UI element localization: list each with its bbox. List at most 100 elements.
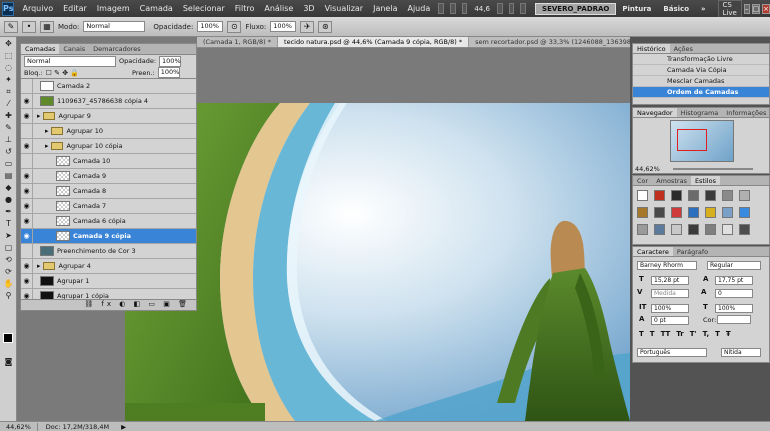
eyedropper-tool-icon[interactable]: ⁄ xyxy=(2,99,15,109)
layer-row[interactable]: ◉ ▸ Agrupar 9 xyxy=(21,108,196,124)
layers-opacity-field[interactable]: 100% xyxy=(159,55,182,67)
navigator-zoom[interactable]: 44,62% xyxy=(635,165,660,173)
brush-preset-icon[interactable]: • xyxy=(22,20,36,33)
workspace-button[interactable]: SEVERO_PADRAO xyxy=(535,2,617,15)
doc-tab-1[interactable]: (Camada 1, RGB/8) * xyxy=(197,37,279,47)
pen-tool-icon[interactable]: ✒ xyxy=(2,207,15,217)
menu-item[interactable]: Editar xyxy=(58,4,92,13)
tab-navegador[interactable]: Navegador xyxy=(633,108,677,117)
menu-item[interactable]: Arquivo xyxy=(17,4,58,13)
layer-row[interactable]: ◉ Camada 8 xyxy=(21,183,196,199)
style-swatch[interactable] xyxy=(671,207,682,218)
quick-select-tool-icon[interactable]: ✦ xyxy=(2,75,15,85)
workspace-pintura[interactable]: Pintura xyxy=(616,5,657,13)
flow-field[interactable]: 100% xyxy=(270,21,297,32)
menu-item[interactable]: 3D xyxy=(298,4,319,13)
style-swatch[interactable] xyxy=(654,207,665,218)
tab-amostras[interactable]: Amostras xyxy=(652,176,691,185)
leading-field[interactable]: 17,75 pt xyxy=(715,276,753,285)
style-swatch[interactable] xyxy=(722,190,733,201)
airbrush-icon[interactable]: ✈ xyxy=(300,20,315,33)
group-expand-icon[interactable]: ▸ xyxy=(45,142,49,150)
hand-icon[interactable] xyxy=(496,3,503,14)
mode-select[interactable]: Normal xyxy=(83,21,146,32)
history-item[interactable]: Ordem de Camadas xyxy=(633,87,769,98)
blur-tool-icon[interactable]: ◆ xyxy=(2,183,15,193)
lasso-tool-icon[interactable]: ◌ xyxy=(2,63,15,73)
eye-icon[interactable]: ◉ xyxy=(21,228,33,244)
eye-icon[interactable] xyxy=(21,78,33,94)
layer-row[interactable]: ◉ ▸ Agrupar 4 xyxy=(21,258,196,274)
text-style-button[interactable]: T xyxy=(639,330,644,338)
tab-demarcadores[interactable]: Demarcadores xyxy=(89,44,144,54)
tab-paragrafo[interactable]: Parágrafo xyxy=(673,247,712,256)
vertical-scale-field[interactable]: 100% xyxy=(651,304,689,313)
text-style-button[interactable]: T, xyxy=(703,330,709,338)
eye-icon[interactable] xyxy=(21,153,33,169)
eye-icon[interactable] xyxy=(21,123,33,139)
tab-histograma[interactable]: Histograma xyxy=(677,108,723,117)
hand-tool-icon[interactable]: ✋ xyxy=(2,279,15,289)
eye-icon[interactable]: ◉ xyxy=(21,93,33,109)
text-style-button[interactable]: Ŧ xyxy=(726,330,731,338)
tab-informacoes[interactable]: Informações xyxy=(722,108,770,117)
style-swatch[interactable] xyxy=(739,224,750,235)
eye-icon[interactable]: ◉ xyxy=(21,258,33,274)
style-swatch[interactable] xyxy=(705,224,716,235)
style-swatch[interactable] xyxy=(671,190,682,201)
horizontal-scale-field[interactable]: 100% xyxy=(715,304,753,313)
screen-mode-icon[interactable] xyxy=(520,3,527,14)
healing-tool-icon[interactable]: ✚ xyxy=(2,111,15,121)
eye-icon[interactable]: ◉ xyxy=(21,183,33,199)
arrange-documents-icon[interactable] xyxy=(508,3,515,14)
eye-icon[interactable]: ◉ xyxy=(21,213,33,229)
eraser-tool-icon[interactable]: ▭ xyxy=(2,159,15,169)
clone-stamp-icon[interactable]: ⊥ xyxy=(2,135,15,145)
tab-canais[interactable]: Canais xyxy=(59,44,89,54)
eye-icon[interactable]: ◉ xyxy=(21,198,33,214)
3d-rotate-icon[interactable]: ⟲ xyxy=(2,255,15,265)
tab-cor[interactable]: Cor xyxy=(633,176,652,185)
history-item[interactable]: Transformação Livre xyxy=(633,54,769,65)
history-item[interactable]: Camada Via Cópia xyxy=(633,65,769,76)
font-size-field[interactable]: 15,28 pt xyxy=(651,276,689,285)
layer-row[interactable]: ◉ ▸ Agrupar 10 cópia xyxy=(21,138,196,154)
text-style-button[interactable]: Tr xyxy=(676,330,683,338)
style-swatch[interactable] xyxy=(637,190,648,201)
text-style-button[interactable]: T' xyxy=(690,330,697,338)
eye-icon[interactable]: ◉ xyxy=(21,168,33,184)
style-swatch[interactable] xyxy=(654,190,665,201)
doc-tab-2[interactable]: tecido natura.psd @ 44,6% (Camada 9 cópi… xyxy=(278,37,470,47)
layer-row[interactable]: ◉ Camada 7 xyxy=(21,198,196,214)
foreground-color-swatch[interactable] xyxy=(3,333,13,343)
tab-caractere[interactable]: Caractere xyxy=(633,247,673,256)
menu-item[interactable]: Janela xyxy=(368,4,402,13)
font-style-select[interactable]: Regular xyxy=(707,261,761,270)
layer-row[interactable]: ◉ Camada 9 cópia xyxy=(21,228,196,244)
navigator-thumbnail[interactable] xyxy=(670,120,734,162)
tab-acoes[interactable]: Ações xyxy=(670,44,697,53)
gradient-tool-icon[interactable]: ▤ xyxy=(2,171,15,181)
style-swatch[interactable] xyxy=(671,224,682,235)
layer-row[interactable]: ◉ Camada 6 cópia xyxy=(21,213,196,229)
layers-footer-icons[interactable]: ⛓ fx ◐ ◧ ▭ ▣ 🗑 xyxy=(21,299,196,310)
document-canvas[interactable] xyxy=(125,103,630,421)
text-style-button[interactable]: TT xyxy=(661,330,671,338)
layer-row[interactable]: ◉ Camada 9 xyxy=(21,168,196,184)
style-swatch[interactable] xyxy=(722,224,733,235)
doc-tab-3[interactable]: sem recortador.psd @ 33,3% (1246088_1363… xyxy=(469,37,630,47)
style-swatch[interactable] xyxy=(688,224,699,235)
layer-row[interactable]: ▸ Agrupar 10 xyxy=(21,123,196,139)
opacity-field[interactable]: 100% xyxy=(197,21,224,32)
style-swatch[interactable] xyxy=(637,224,648,235)
path-select-icon[interactable]: ➤ xyxy=(2,231,15,241)
layer-row[interactable]: ◉ 1109637_45786638 cópia 4 xyxy=(21,93,196,109)
marquee-tool-icon[interactable]: ⬚ xyxy=(2,51,15,61)
layer-row[interactable]: Preenchimento de Cor 3 xyxy=(21,243,196,259)
zoom-level[interactable]: 44,6 xyxy=(470,5,494,13)
style-swatch[interactable] xyxy=(739,190,750,201)
eye-icon[interactable]: ◉ xyxy=(21,108,33,124)
tracking-field[interactable]: 0 xyxy=(715,289,753,298)
eye-icon[interactable]: ◉ xyxy=(21,273,33,289)
layer-row[interactable]: ◉ Agrupar 1 xyxy=(21,273,196,289)
